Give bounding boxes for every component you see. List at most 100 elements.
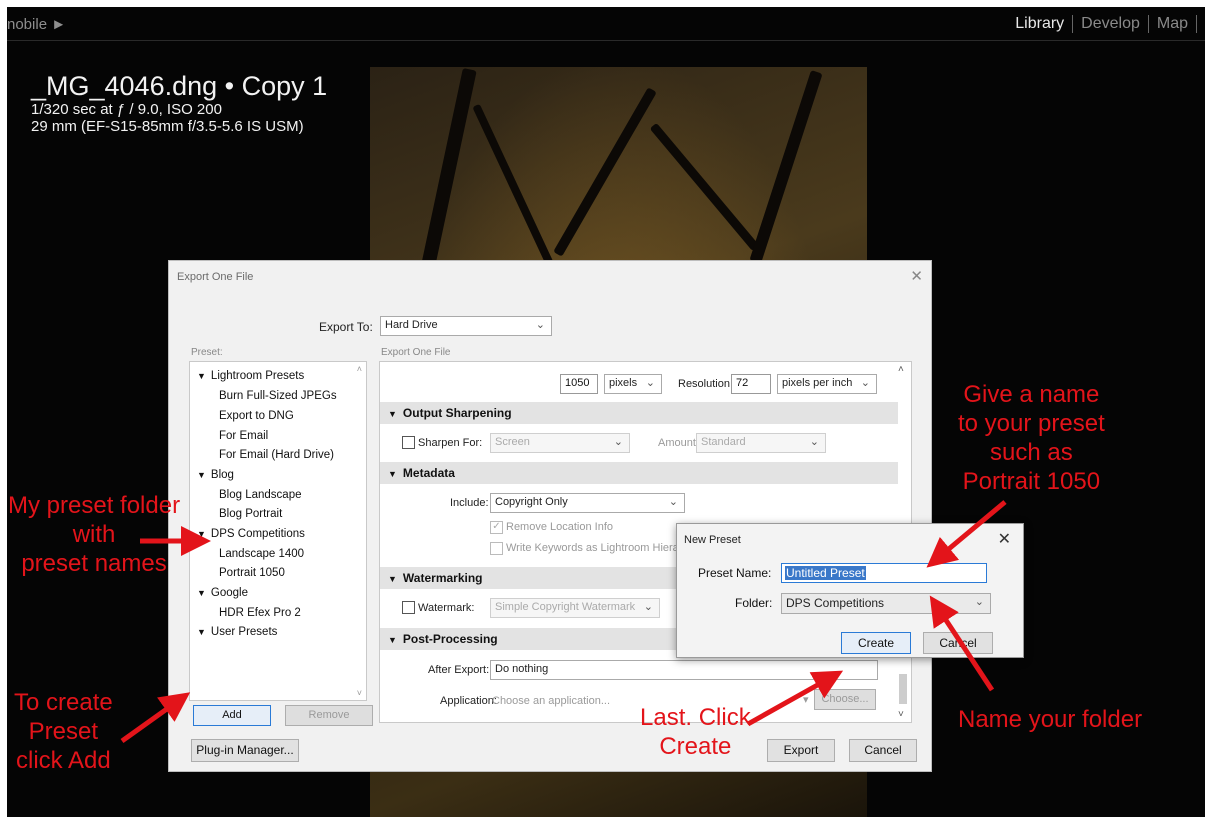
annotation-my-folder: My preset folder with preset names [8, 491, 180, 578]
section-output-sharpening[interactable]: Output Sharpening [380, 402, 898, 424]
annotation-last-click: Last. Click Create [640, 703, 751, 761]
mobile-label[interactable]: nobile ► [7, 16, 66, 33]
add-button[interactable]: Add [193, 705, 271, 726]
write-keywords-label: Write Keywords as Lightroom Hierarchy [506, 542, 700, 554]
remove-button[interactable]: Remove [285, 705, 373, 726]
sharpen-value: Screen [495, 436, 530, 448]
resolution-unit-select[interactable]: pixels per inch ⌄ [777, 374, 877, 394]
preset-list[interactable]: Lightroom Presets Burn Full-Sized JPEGs … [189, 361, 367, 701]
photo-exposure: 1/320 sec at ƒ / 9.0, ISO 200 [31, 101, 222, 118]
chevron-down-icon: ⌄ [645, 377, 655, 389]
annotation-line: preset names [21, 550, 167, 577]
chevron-down-icon: ⌄ [809, 436, 819, 448]
after-export-value: Do nothing [495, 663, 549, 675]
export-button[interactable]: Export [767, 739, 835, 762]
preset-name-label: Preset Name: [698, 566, 772, 580]
include-select[interactable]: Copyright Only ⌄ [490, 493, 685, 513]
preset-item[interactable]: Export to DNG [219, 410, 294, 422]
sharpen-label: Sharpen For: [418, 437, 483, 449]
module-picker: Library Develop Map [1007, 15, 1197, 33]
annotation-line: with [72, 521, 116, 548]
chevron-down-icon: ⌄ [860, 377, 870, 389]
preset-folder[interactable]: User Presets [197, 626, 277, 638]
chevron-up-icon[interactable]: ˄ [357, 364, 362, 374]
annotation-line: To create [14, 689, 113, 716]
size-unit-select[interactable]: pixels ⌄ [604, 374, 662, 394]
annotation-line: click Add [16, 747, 111, 774]
module-develop[interactable]: Develop [1073, 15, 1148, 33]
annotation-line: Preset [28, 718, 99, 745]
after-export-select[interactable]: Do nothing [490, 660, 878, 680]
close-icon[interactable]: ✕ [910, 267, 923, 285]
create-button[interactable]: Create [841, 632, 911, 654]
preset-folder[interactable]: Lightroom Presets [197, 370, 304, 382]
folder-value: DPS Competitions [786, 596, 885, 610]
panel-label: Export One File [381, 347, 451, 358]
dialog-title: Export One File [177, 271, 254, 283]
watermark-select[interactable]: Simple Copyright Watermark ⌄ [490, 598, 660, 618]
branch [472, 103, 556, 271]
photo-lens: 29 mm (EF-S15-85mm f/3.5-5.6 IS USM) [31, 118, 304, 135]
chevron-down-icon[interactable]: ˅ [898, 709, 904, 720]
watermark-checkbox[interactable] [402, 601, 415, 614]
preset-item[interactable]: Burn Full-Sized JPEGs [219, 390, 337, 402]
annotation-line: Last. Click [640, 704, 751, 731]
resolution-input[interactable]: 72 [731, 374, 771, 394]
choose-button[interactable]: Choose... [814, 689, 876, 710]
preset-folder[interactable]: Blog [197, 469, 234, 481]
chevron-up-icon[interactable]: ˄ [898, 364, 904, 375]
resolution-label: Resolution: [678, 378, 734, 390]
annotation-to-create: To create Preset click Add [14, 688, 113, 775]
preset-name-input[interactable]: Untitled Preset [781, 563, 987, 583]
preset-item[interactable]: HDR Efex Pro 2 [219, 607, 301, 619]
annotation-line: such as [990, 439, 1073, 466]
include-label: Include: [450, 497, 489, 509]
annotation-line: Give a name [963, 381, 1100, 408]
branch [417, 67, 477, 287]
amount-select[interactable]: Standard ⌄ [696, 433, 826, 453]
branch [749, 70, 823, 264]
amount-label: Amount: [658, 437, 699, 449]
module-map[interactable]: Map [1149, 15, 1196, 33]
size-unit-value: pixels [609, 377, 638, 389]
annotation-line: to your preset [958, 410, 1105, 437]
chevron-down-icon: ▾ [803, 694, 809, 706]
remove-location-label: Remove Location Info [506, 521, 614, 533]
scrollbar-thumb[interactable] [899, 674, 907, 704]
write-keywords-checkbox[interactable] [490, 542, 503, 555]
amount-value: Standard [701, 436, 746, 448]
preset-folder[interactable]: DPS Competitions [197, 528, 305, 540]
module-library[interactable]: Library [1007, 15, 1072, 33]
preset-folder[interactable]: Google [197, 587, 248, 599]
preset-item[interactable]: Portrait 1050 [219, 567, 285, 579]
sharpen-checkbox[interactable] [402, 436, 415, 449]
chevron-down-icon: ⌄ [668, 496, 678, 508]
watermark-value: Simple Copyright Watermark [495, 601, 636, 613]
divider [1196, 15, 1197, 33]
preset-item[interactable]: Landscape 1400 [219, 548, 304, 560]
preset-item[interactable]: For Email [219, 430, 268, 442]
new-preset-cancel-button[interactable]: Cancel [923, 632, 993, 654]
export-to-select[interactable]: Hard Drive ⌄ [380, 316, 552, 336]
sharpen-select[interactable]: Screen ⌄ [490, 433, 630, 453]
branch [553, 87, 657, 257]
chevron-down-icon: ⌄ [613, 436, 623, 448]
remove-location-checkbox[interactable]: ✓ [490, 521, 503, 534]
annotation-name-folder: Name your folder [958, 706, 1143, 733]
chevron-down-icon[interactable]: ˅ [357, 688, 362, 698]
new-preset-dialog: New Preset ✕ Preset Name: Untitled Prese… [676, 523, 1024, 658]
cancel-button[interactable]: Cancel [849, 739, 917, 762]
preset-item[interactable]: Blog Portrait [219, 508, 282, 520]
preset-item[interactable]: For Email (Hard Drive) [219, 449, 334, 461]
section-metadata[interactable]: Metadata [380, 462, 898, 484]
plugin-manager-button[interactable]: Plug-in Manager... [191, 739, 299, 762]
folder-label: Folder: [735, 596, 773, 610]
export-to-label: Export To: [319, 320, 373, 334]
size-input[interactable]: 1050 [560, 374, 598, 394]
annotation-line: My preset folder [8, 492, 181, 519]
folder-select[interactable]: DPS Competitions ⌄ [781, 593, 991, 614]
close-icon[interactable]: ✕ [998, 529, 1011, 549]
preset-item[interactable]: Blog Landscape [219, 489, 301, 501]
annotation-line: Portrait 1050 [962, 468, 1101, 495]
application-field[interactable]: Choose an application... [492, 695, 610, 707]
